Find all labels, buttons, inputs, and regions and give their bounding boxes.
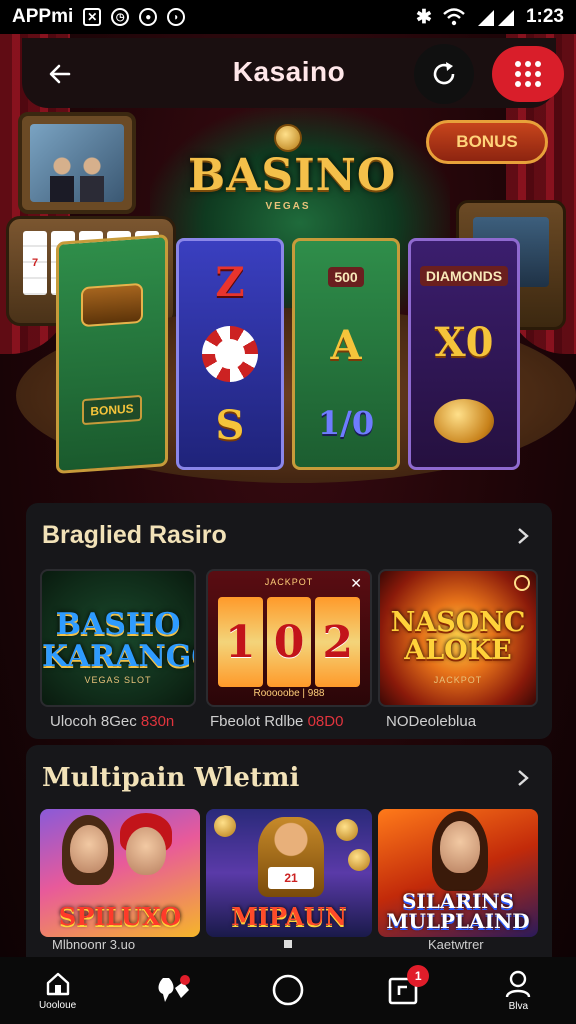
hero-cards: BONUS Z S 500 A 1/0 DIAMONDS X0: [56, 234, 522, 474]
card-label: BONUS: [82, 394, 142, 426]
card-label: DIAMONDS: [419, 265, 509, 286]
close-icon: ✕: [350, 575, 362, 591]
nav-label: Uooloue: [38, 1000, 77, 1011]
user-icon: [506, 970, 531, 998]
hero-card[interactable]: 500 A 1/0: [292, 238, 400, 470]
nav-games[interactable]: [133, 961, 213, 1021]
slot-reels: 1 0 2: [218, 597, 361, 687]
game-subtitle: JACKPOT: [433, 675, 483, 685]
section-title: Multipain Wletmi: [42, 763, 300, 793]
game-logo: SILARINS MULPLAIND: [386, 889, 530, 933]
promo-button[interactable]: BONUS: [426, 120, 548, 164]
clock-time: 1:23: [525, 6, 564, 27]
status-bar: APPmi ✕ ◷ ● ◗ ✱ 1:23: [0, 0, 576, 34]
see-all-button[interactable]: [510, 523, 536, 549]
game-tile[interactable]: BASHO KARANGO VEGAS SLOT: [40, 569, 196, 707]
refresh-button[interactable]: [414, 44, 474, 104]
tile-caption: Ulocoh 8Gec 830n: [50, 713, 175, 730]
tile-caption: NODeoleblua: [386, 713, 477, 730]
card-symbol: X0: [434, 318, 494, 366]
reel-digit: 1: [218, 597, 263, 687]
multiplayer-section: Multipain Wletmi SPILUXO 21 MIPAUN SILAR…: [26, 745, 552, 957]
circle-icon: [272, 974, 304, 1005]
refresh-icon: [433, 62, 455, 85]
menu-button[interactable]: [492, 46, 564, 102]
chevron-right-icon: [518, 528, 529, 544]
section-title: Braglied Rasiro: [42, 521, 227, 549]
page-indicator: [284, 940, 292, 948]
tile-caption: Fbeolot Rdlbe 08D0: [210, 713, 344, 730]
card-symbol: S: [215, 402, 245, 449]
card-symbol: 1/0: [317, 403, 375, 442]
game-title: NASONC ALOKE: [390, 607, 526, 667]
carrier-label: APPmi: [12, 6, 74, 27]
game-tile[interactable]: NASONC ALOKE JACKPOT: [378, 569, 538, 707]
cards-icon: [158, 974, 190, 1002]
game-logo: MIPAUN: [231, 902, 347, 931]
game-title: BASHO KARANGO: [42, 607, 194, 674]
reel-digit: 0: [266, 597, 312, 687]
coin-icon: [336, 819, 358, 841]
hero-card[interactable]: BONUS: [56, 234, 168, 474]
app-header: Kasaino: [22, 38, 564, 108]
brand-logo: BASINO VEGAS: [188, 124, 395, 230]
nav-profile[interactable]: Blva: [478, 961, 558, 1021]
nav-home[interactable]: Uooloue: [18, 961, 98, 1021]
game-tile[interactable]: 21 MIPAUN: [206, 809, 372, 937]
gold-planet-icon: [434, 398, 494, 443]
tile-caption: Mlbnoonr 3.uo: [52, 937, 136, 952]
game-tile[interactable]: JACKPOT ✕ 1 0 2 Rooooobe | 988: [206, 569, 372, 707]
location-icon: ●: [139, 8, 158, 26]
nav-label: Blva: [508, 1001, 529, 1012]
see-all-button[interactable]: [510, 765, 536, 791]
poker-chip-icon: [202, 326, 258, 382]
card-value: 500: [328, 266, 364, 287]
game-tile[interactable]: SPILUXO: [40, 809, 200, 937]
nav-notifications[interactable]: 1: [363, 961, 443, 1021]
wifi-icon: [443, 8, 465, 26]
notification-badge: 1: [407, 964, 430, 987]
mini-reel: 21: [268, 867, 314, 889]
bluetooth-icon: ✱: [416, 6, 432, 28]
player-portrait: [70, 825, 108, 873]
coin-icon: [348, 849, 370, 871]
chevron-right-icon: [518, 770, 529, 786]
bottom-nav: Uooloue 1 Blva: [0, 957, 576, 1024]
grid-icon: [515, 61, 541, 87]
game-footer: Rooooobe | 988: [253, 688, 325, 699]
clock-icon: ◷: [111, 8, 130, 26]
tv-screen-image: [18, 112, 136, 214]
tile-caption: Kaetwtrer: [428, 937, 484, 952]
signal-icon: [477, 10, 514, 26]
gear-icon: [514, 575, 530, 591]
game-tile[interactable]: SILARINS MULPLAIND: [378, 809, 538, 937]
gallery-icon: ✕: [83, 8, 102, 26]
nav-center[interactable]: [248, 961, 328, 1021]
coin-icon: [214, 815, 236, 837]
card-symbol: Z: [215, 259, 245, 306]
card-symbol: A: [330, 321, 362, 369]
hero-banner[interactable]: 7★7★7 BASINO VEGAS BONUS BONUS Z S 500 A…: [0, 108, 576, 503]
crown-icon: [274, 124, 302, 152]
player-portrait: [126, 827, 166, 875]
page-title: Kasaino: [232, 56, 346, 87]
featured-section: Braglied Rasiro BASHO KARANGO VEGAS SLOT…: [26, 503, 552, 739]
game-subtitle: JACKPOT: [264, 577, 314, 587]
hero-card[interactable]: DIAMONDS X0: [408, 238, 520, 470]
game-subtitle: VEGAS SLOT: [84, 675, 152, 685]
chat-icon: ◗: [167, 8, 186, 26]
game-logo: SPILUXO: [58, 902, 182, 931]
hero-card[interactable]: Z S: [176, 238, 284, 470]
player-portrait: [440, 821, 480, 873]
home-icon: [46, 972, 69, 996]
reel-digit: 2: [315, 597, 361, 687]
treasure-chest-icon: [81, 282, 143, 328]
